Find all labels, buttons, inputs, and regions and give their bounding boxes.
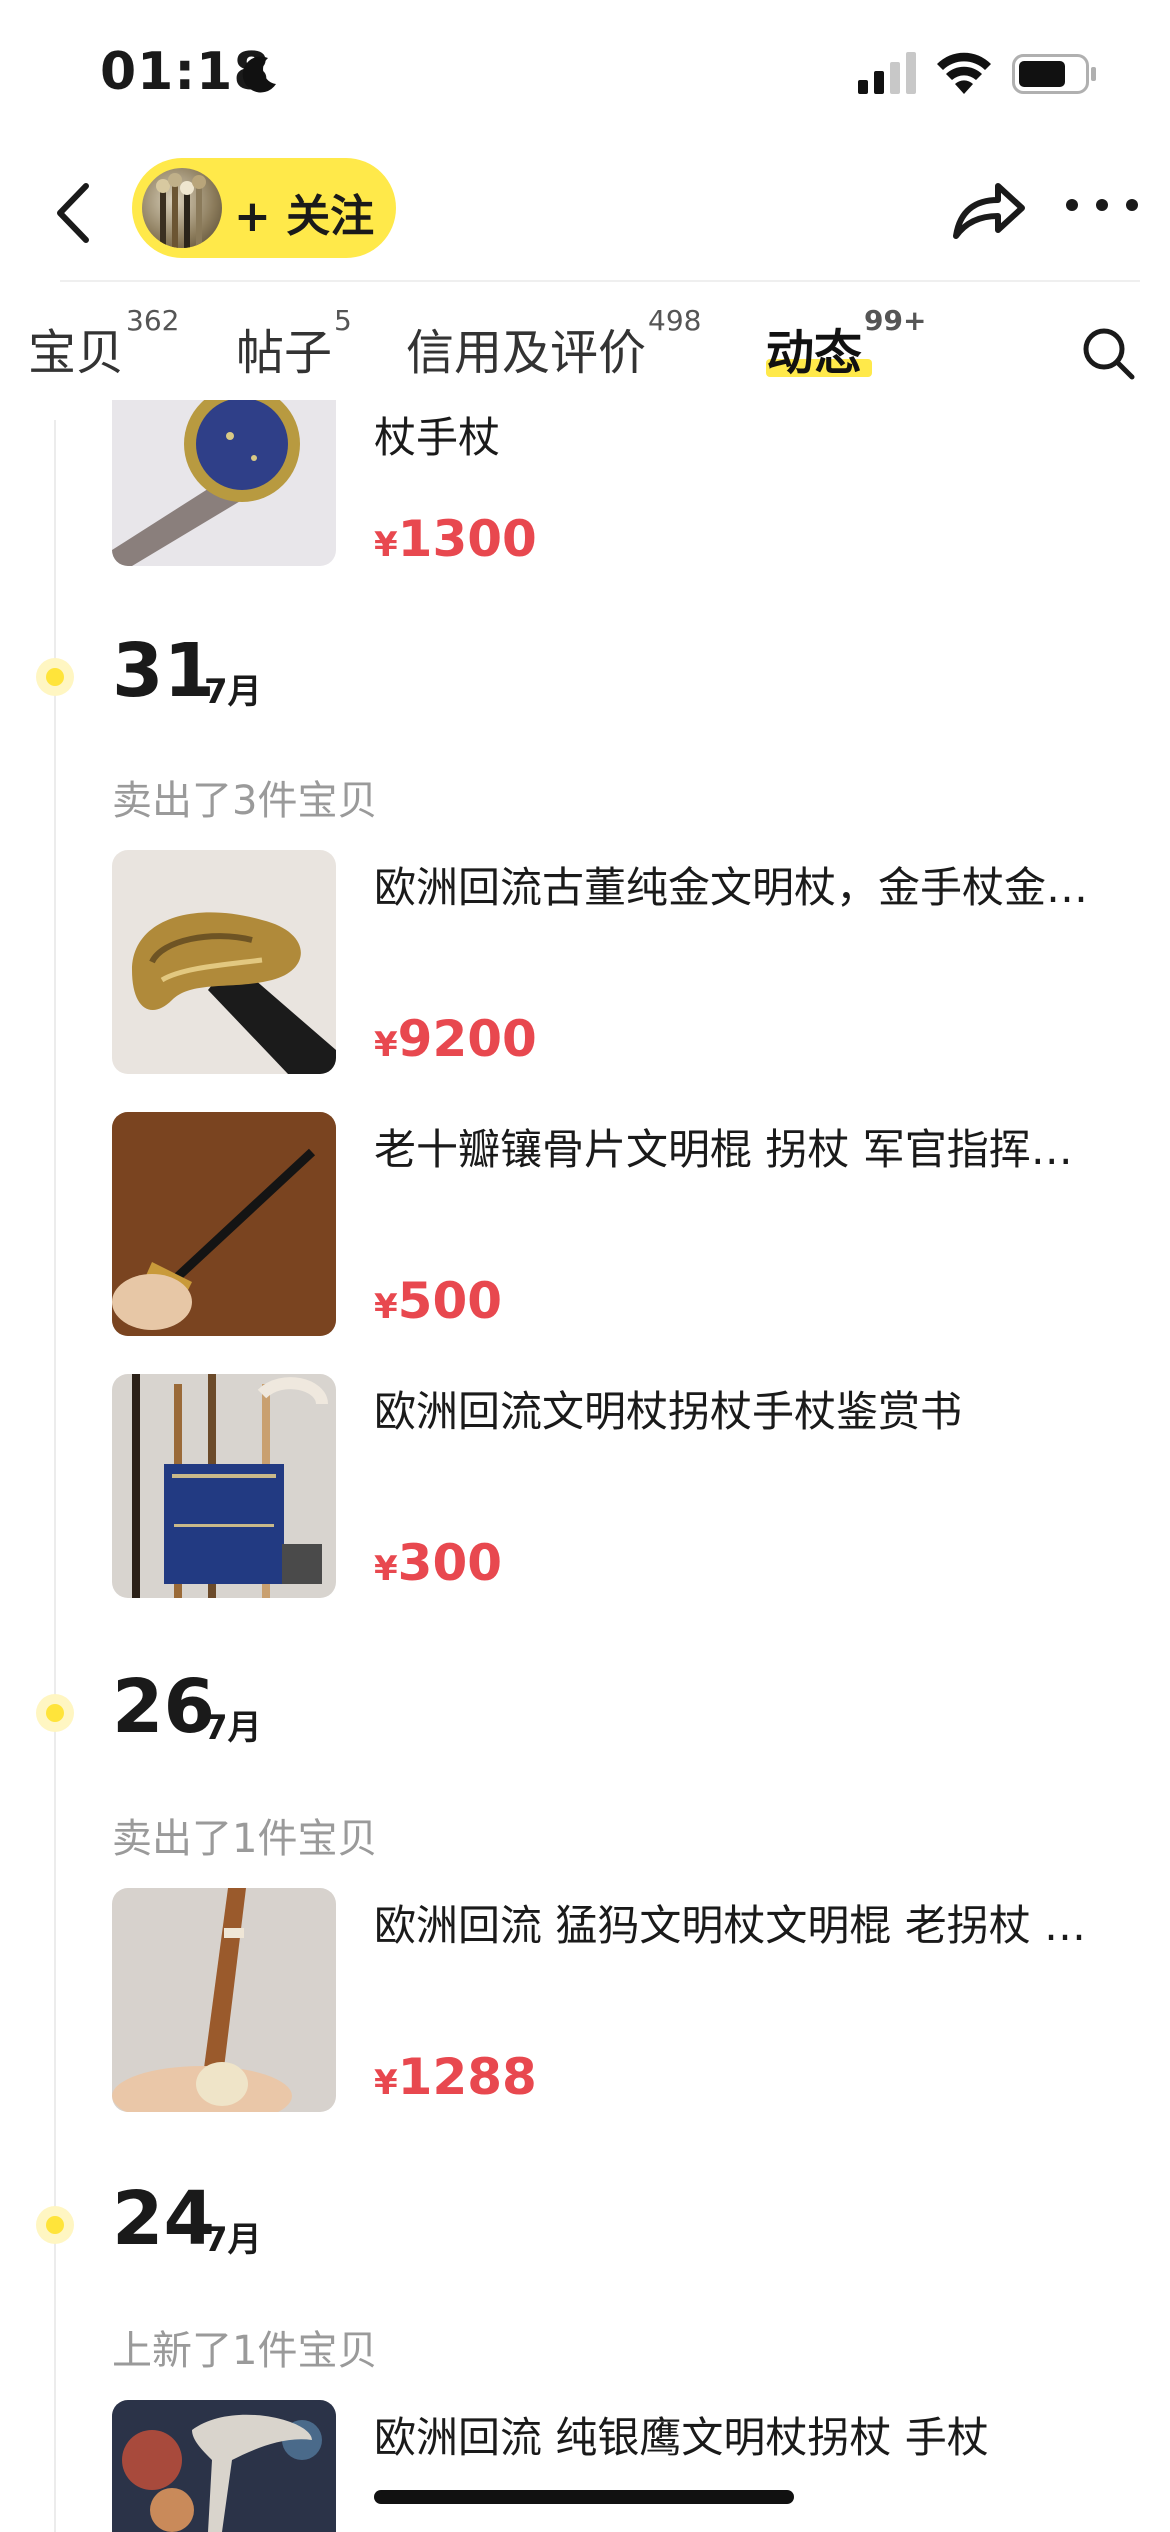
- currency-symbol: ¥: [374, 1025, 398, 1065]
- tab-count: 362: [126, 304, 180, 337]
- item-price: ¥300: [374, 1534, 502, 1592]
- price-value: 300: [397, 1534, 503, 1592]
- list-item[interactable]: 欧洲回流古董纯金文明杖，金手杖金… ¥9200: [112, 850, 1132, 1074]
- back-arrow-icon[interactable]: [40, 178, 110, 248]
- price-value: 1288: [397, 2048, 537, 2106]
- product-thumbnail: [112, 850, 336, 1074]
- list-item[interactable]: 欧洲回流文明杖拐杖手杖鉴赏书 ¥300: [112, 1374, 1132, 1598]
- list-item[interactable]: 杖手杖 ¥1300: [112, 400, 1132, 568]
- tab-label: 宝贝: [28, 325, 125, 381]
- search-icon[interactable]: [1080, 325, 1136, 381]
- item-title: 欧洲回流 猛犸文明杖文明棍 老拐杖 …: [374, 1901, 1087, 1950]
- item-title: 欧洲回流文明杖拐杖手杖鉴赏书: [374, 1387, 963, 1436]
- item-price: ¥9200: [374, 1010, 537, 1068]
- tab-items[interactable]: 宝贝362: [28, 304, 179, 383]
- moon-icon: [242, 56, 276, 93]
- tab-count: 498: [648, 304, 702, 337]
- item-price: ¥1300: [374, 510, 537, 568]
- currency-symbol: ¥: [374, 525, 398, 565]
- tab-credit-reviews[interactable]: 信用及评价498: [406, 304, 701, 383]
- product-thumbnail: [112, 1112, 336, 1336]
- timeline-dot: [36, 2206, 74, 2244]
- product-thumbnail: [112, 2400, 336, 2532]
- group-month: 7月: [204, 1708, 262, 1748]
- item-title: 老十瓣镶骨片文明棍 拐杖 军官指挥…: [374, 1125, 1073, 1174]
- tab-bar: 宝贝362 帖子5 信用及评价498 动态99+: [0, 295, 1170, 405]
- follow-button[interactable]: + 关注: [132, 158, 396, 258]
- item-title: 欧洲回流 纯银鹰文明杖拐杖 手杖: [374, 2413, 989, 2462]
- timeline-dot: [36, 658, 74, 696]
- product-thumbnail: [112, 400, 336, 566]
- avatar[interactable]: [142, 168, 222, 248]
- group-month: 7月: [204, 672, 262, 712]
- item-price: ¥500: [374, 1272, 502, 1330]
- wifi-icon: [937, 52, 991, 94]
- tab-posts[interactable]: 帖子5: [236, 304, 352, 383]
- price-value: 500: [397, 1272, 503, 1330]
- timeline-dot: [36, 1694, 74, 1732]
- more-icon[interactable]: [1062, 190, 1142, 220]
- tab-label: 信用及评价: [406, 325, 647, 381]
- price-value: 9200: [397, 1010, 537, 1068]
- currency-symbol: ¥: [374, 2063, 398, 2103]
- list-item[interactable]: 欧洲回流 纯银鹰文明杖拐杖 手杖: [112, 2400, 1132, 2532]
- header-divider: [60, 280, 1140, 282]
- avatar-image: [156, 173, 206, 248]
- item-title: 欧洲回流古董纯金文明杖，金手杖金…: [374, 863, 1089, 912]
- item-price: ¥1288: [374, 2048, 537, 2106]
- product-thumbnail: [112, 1888, 336, 2112]
- status-bar: 01:18: [0, 0, 1170, 150]
- list-item[interactable]: 欧洲回流 猛犸文明杖文明棍 老拐杖 … ¥1288: [112, 1888, 1132, 2112]
- group-month: 7月: [204, 2220, 262, 2260]
- tab-count: 5: [334, 304, 352, 337]
- tab-label: 帖子: [236, 325, 333, 381]
- item-title: 杖手杖: [374, 413, 501, 462]
- battery-icon: [1012, 54, 1096, 94]
- group-action: 卖出了3件宝贝: [112, 778, 378, 824]
- price-value: 1300: [397, 510, 537, 568]
- tab-activity[interactable]: 动态99+: [766, 304, 926, 383]
- list-item[interactable]: 老十瓣镶骨片文明棍 拐杖 军官指挥… ¥500: [112, 1112, 1132, 1336]
- tab-count: 99+: [864, 304, 927, 337]
- group-day: 31: [112, 628, 215, 714]
- tab-label: 动态: [766, 325, 863, 381]
- follow-label: + 关注: [234, 191, 375, 242]
- group-action: 卖出了1件宝贝: [112, 1816, 378, 1862]
- group-action: 上新了1件宝贝: [112, 2328, 378, 2374]
- share-icon[interactable]: [950, 174, 1028, 244]
- group-day: 26: [112, 1664, 215, 1750]
- currency-symbol: ¥: [374, 1287, 398, 1327]
- signal-icon: [858, 52, 916, 94]
- shop-header: + 关注: [0, 150, 1170, 280]
- currency-symbol: ¥: [374, 1549, 398, 1589]
- product-thumbnail: [112, 1374, 336, 1598]
- home-indicator[interactable]: [374, 2490, 794, 2504]
- group-day: 24: [112, 2176, 215, 2262]
